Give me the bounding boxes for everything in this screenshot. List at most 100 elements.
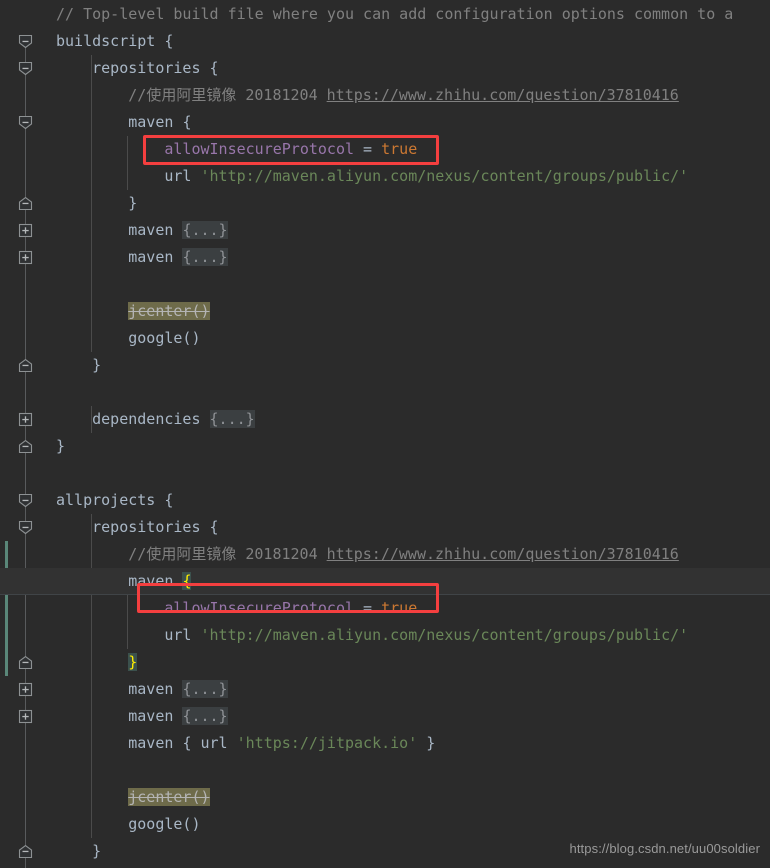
folded-code-placeholder[interactable]: {...} (182, 221, 228, 239)
code-line[interactable]: allowInsecureProtocol = true (0, 136, 770, 163)
code-line[interactable]: maven { (0, 109, 770, 136)
folded-code-placeholder[interactable]: {...} (182, 248, 228, 266)
identifier-token: maven (128, 707, 183, 725)
brace-token: { (164, 32, 174, 50)
code-line[interactable]: repositories { (0, 514, 770, 541)
code-line[interactable]: buildscript { (0, 28, 770, 55)
identifier-token: maven (128, 734, 183, 752)
brace-token: { (182, 113, 192, 131)
string-literal-token: 'https://jitpack.io' (236, 734, 418, 752)
comment-token: // Top-level build file where you can ad… (56, 5, 734, 23)
code-line[interactable]: google() (0, 811, 770, 838)
code-line[interactable]: } (0, 352, 770, 379)
brace-token: } (92, 842, 102, 860)
folded-code-placeholder[interactable]: {...} (182, 707, 228, 725)
comment-token-cjk: 使用阿里镜像 (146, 545, 237, 563)
identifier-token: repositories (92, 518, 210, 536)
code-line[interactable]: maven {...} (0, 244, 770, 271)
code-line[interactable] (0, 757, 770, 784)
code-line[interactable]: jcenter() (0, 784, 770, 811)
code-line[interactable]: } (0, 433, 770, 460)
code-line[interactable]: maven { (0, 568, 770, 595)
code-line[interactable]: //使用阿里镜像 20181204 https://www.zhihu.com/… (0, 541, 770, 568)
code-line[interactable]: google() (0, 325, 770, 352)
brace-token: { (209, 518, 219, 536)
code-editor[interactable]: // Top-level build file where you can ad… (0, 0, 770, 868)
identifier-token: repositories (92, 59, 210, 77)
brace-token: } (56, 437, 66, 455)
brace-token: } (128, 194, 138, 212)
code-line[interactable]: allprojects { (0, 487, 770, 514)
code-line[interactable]: url 'http://maven.aliyun.com/nexus/conte… (0, 622, 770, 649)
operator-token: = (354, 599, 382, 617)
comment-url-link[interactable]: https://www.zhihu.com/question/37810416 (327, 545, 679, 563)
identifier-token: allprojects (56, 491, 165, 509)
matched-brace-token: { (182, 572, 192, 590)
code-line[interactable]: jcenter() (0, 298, 770, 325)
code-line[interactable]: maven { url 'https://jitpack.io' } (0, 730, 770, 757)
code-line[interactable]: //使用阿里镜像 20181204 https://www.zhihu.com/… (0, 82, 770, 109)
comment-token-cjk: 使用阿里镜像 (146, 86, 237, 104)
deprecated-call-token: jcenter() (128, 302, 210, 320)
identifier-token: maven (128, 113, 183, 131)
code-line[interactable]: allowInsecureProtocol = true (0, 595, 770, 622)
property-name-token: url (200, 734, 237, 752)
code-line[interactable]: maven {...} (0, 217, 770, 244)
matched-brace-token: } (128, 653, 138, 671)
identifier-token: google() (128, 815, 201, 833)
code-line[interactable]: } (0, 649, 770, 676)
code-line[interactable]: url 'http://maven.aliyun.com/nexus/conte… (0, 163, 770, 190)
brace-token: } (417, 734, 436, 752)
folded-code-placeholder[interactable]: {...} (182, 680, 228, 698)
property-name-token: allowInsecureProtocol (164, 599, 355, 617)
comment-token: // (128, 86, 147, 104)
folded-code-placeholder[interactable]: {...} (209, 410, 255, 428)
code-text-layer[interactable]: // Top-level build file where you can ad… (0, 0, 770, 868)
brace-token: { (209, 59, 219, 77)
code-line[interactable]: maven {...} (0, 676, 770, 703)
comment-url-link[interactable]: https://www.zhihu.com/question/37810416 (327, 86, 679, 104)
code-line[interactable]: repositories { (0, 55, 770, 82)
brace-token: { (164, 491, 174, 509)
code-line[interactable]: maven {...} (0, 703, 770, 730)
code-line[interactable]: dependencies {...} (0, 406, 770, 433)
brace-token: { (182, 734, 201, 752)
code-line[interactable]: // Top-level build file where you can ad… (0, 1, 770, 28)
code-line[interactable] (0, 379, 770, 406)
comment-token: 20181204 (236, 545, 327, 563)
identifier-token: google() (128, 329, 201, 347)
code-line[interactable]: } (0, 190, 770, 217)
identifier-token: maven (128, 572, 183, 590)
identifier-token: maven (128, 680, 183, 698)
identifier-token: maven (128, 248, 183, 266)
watermark: https://blog.csdn.net/uu00soldier (569, 841, 760, 856)
code-line[interactable] (0, 460, 770, 487)
brace-token: } (92, 356, 102, 374)
identifier-token: buildscript (56, 32, 165, 50)
boolean-literal-token: true (381, 140, 418, 158)
code-line[interactable] (0, 271, 770, 298)
